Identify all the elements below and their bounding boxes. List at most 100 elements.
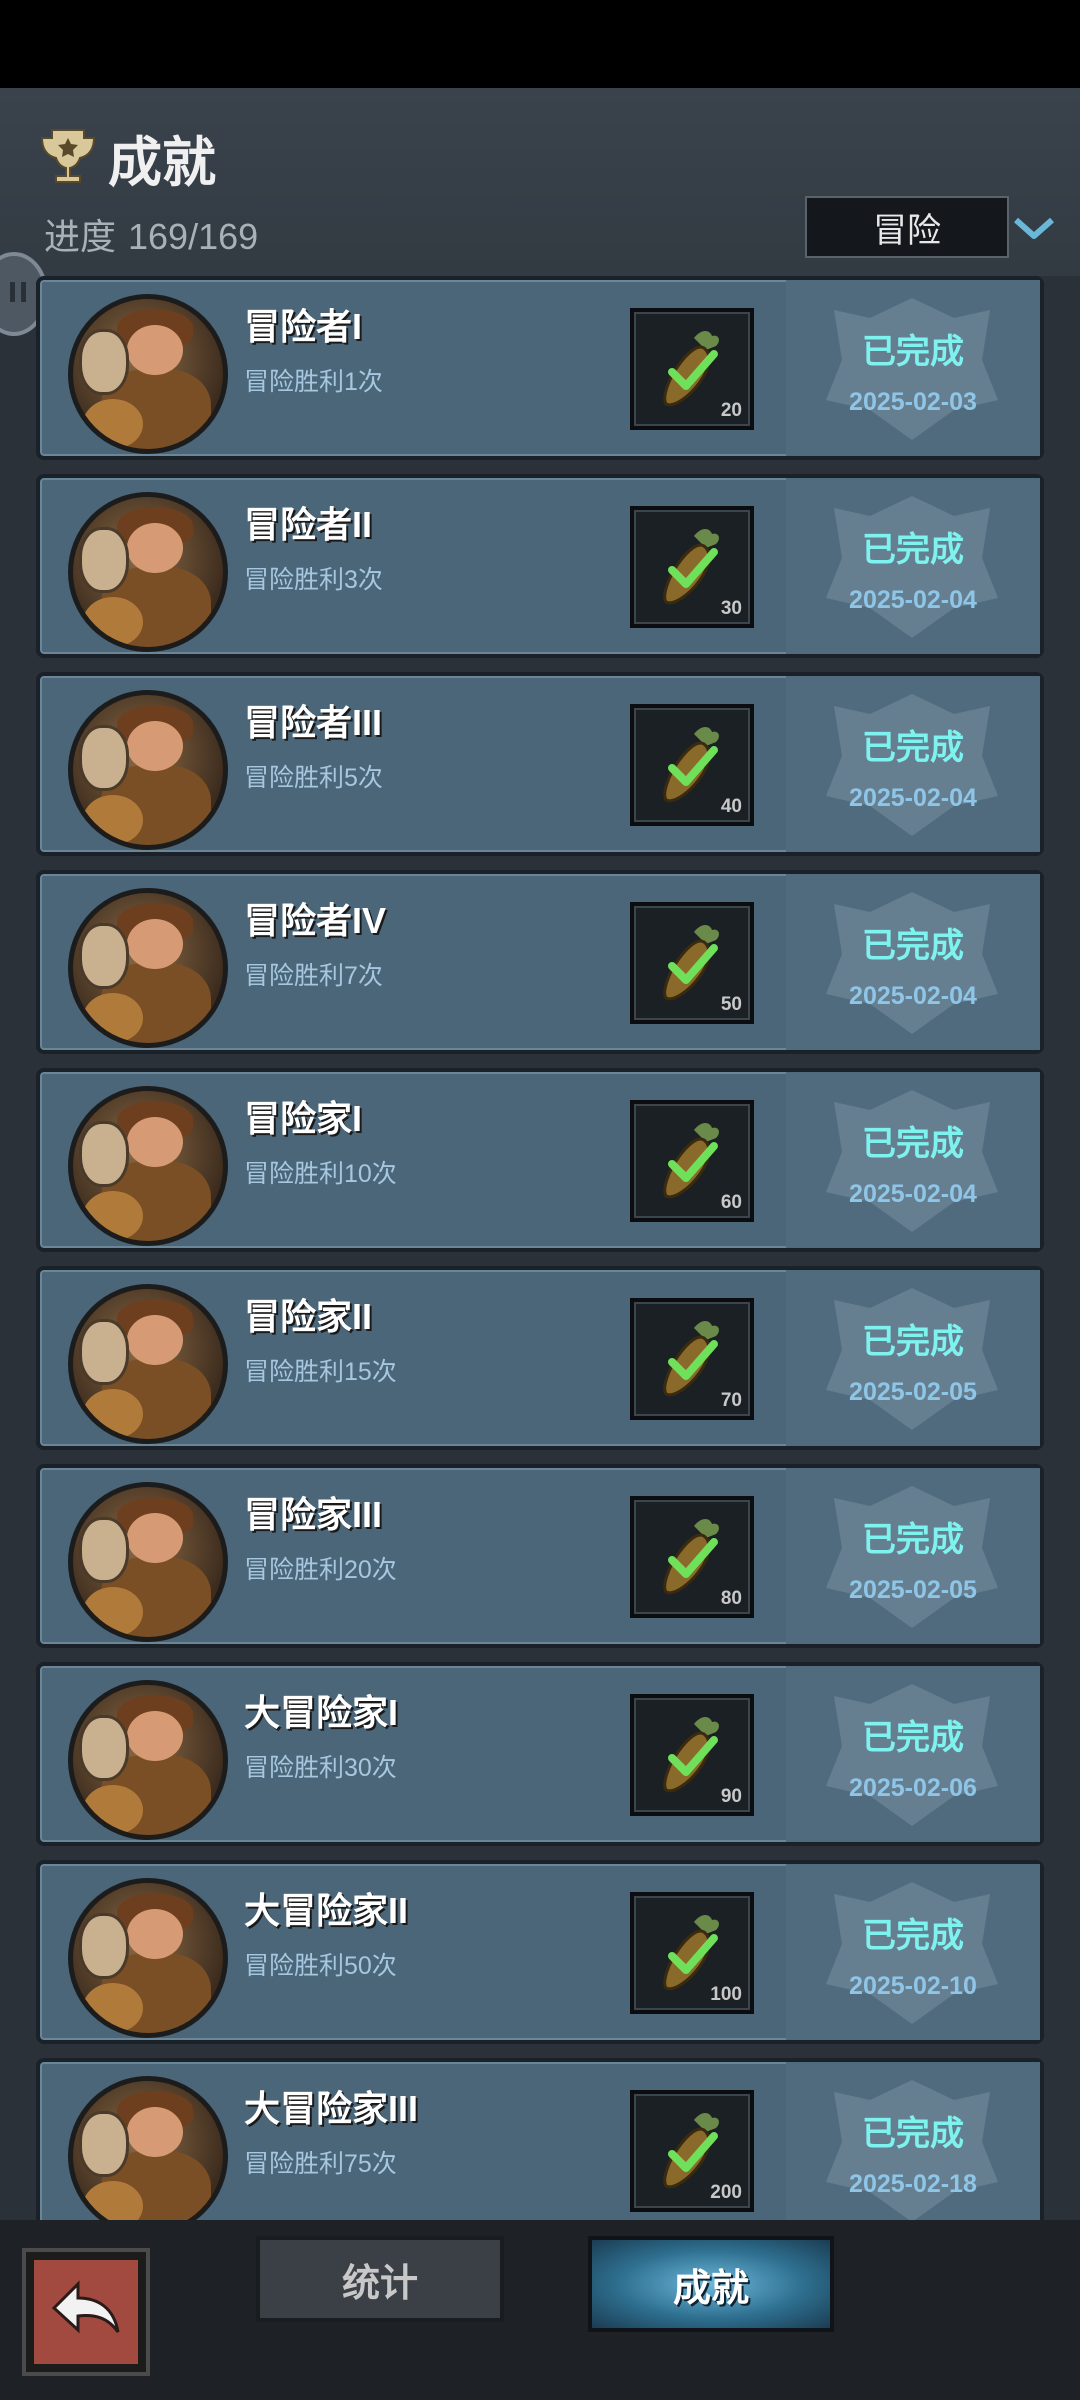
reward-count: 80 — [720, 1588, 742, 1609]
status-text: 已完成 — [862, 1719, 964, 1757]
reward-count: 100 — [710, 1984, 742, 2005]
status-text: 已完成 — [862, 531, 964, 569]
status-panel: 已完成 2025-02-18 — [786, 2062, 1040, 2220]
avatar — [68, 690, 228, 850]
status-panel: 已完成 2025-02-03 — [786, 280, 1040, 456]
reward-slot[interactable]: 200 — [630, 2090, 754, 2212]
achievement-name: 大冒险家II — [244, 1890, 409, 1931]
reward-count: 200 — [710, 2182, 742, 2203]
reward-slot[interactable]: 50 — [630, 902, 754, 1024]
achievement-card[interactable]: 冒险家I 冒险胜利10次 60 已完成 2025-02-04 — [36, 1068, 1044, 1252]
reward-slot[interactable]: 20 — [630, 308, 754, 430]
status-panel: 已完成 2025-02-04 — [786, 676, 1040, 852]
avatar — [68, 1680, 228, 1840]
status-panel: 已完成 2025-02-10 — [786, 1864, 1040, 2040]
achievement-name: 冒险家II — [244, 1296, 373, 1337]
achievement-desc: 冒险胜利15次 — [244, 1358, 397, 1386]
tab-achievements[interactable]: 成就 — [588, 2236, 834, 2332]
reward-slot[interactable]: 90 — [630, 1694, 754, 1816]
status-text: 已完成 — [862, 1521, 964, 1559]
status-panel: 已完成 2025-02-04 — [786, 478, 1040, 654]
achievement-card[interactable]: 冒险家III 冒险胜利20次 80 已完成 2025-02-05 — [36, 1464, 1044, 1648]
status-panel: 已完成 2025-02-05 — [786, 1270, 1040, 1446]
status-text: 已完成 — [862, 1125, 964, 1163]
status-panel: 已完成 2025-02-04 — [786, 1072, 1040, 1248]
achievement-card[interactable]: 冒险者IV 冒险胜利7次 50 已完成 2025-02-04 — [36, 870, 1044, 1054]
achievement-desc: 冒险胜利7次 — [244, 962, 383, 990]
achievement-desc: 冒险胜利20次 — [244, 1556, 397, 1584]
avatar — [68, 1086, 228, 1246]
chevron-down-icon[interactable] — [1012, 208, 1056, 248]
header: 成就 进度 169/169 冒险 — [0, 88, 1080, 276]
achievement-name: 冒险家III — [244, 1494, 383, 1535]
avatar — [68, 1284, 228, 1444]
avatar — [68, 2076, 228, 2220]
reward-count: 70 — [720, 1390, 742, 1411]
achievement-desc: 冒险胜利75次 — [244, 2150, 397, 2178]
achievement-desc: 冒险胜利50次 — [244, 1952, 397, 1980]
achievement-desc: 冒险胜利1次 — [244, 368, 383, 396]
reward-count: 90 — [720, 1786, 742, 1807]
status-text: 已完成 — [862, 1917, 964, 1955]
status-text: 已完成 — [862, 2115, 964, 2153]
achievement-card[interactable]: 冒险者I 冒险胜利1次 20 已完成 2025-02-03 — [36, 276, 1044, 460]
achievement-desc: 冒险胜利30次 — [244, 1754, 397, 1782]
achievement-desc: 冒险胜利10次 — [244, 1160, 397, 1188]
reward-slot[interactable]: 80 — [630, 1496, 754, 1618]
achievement-list[interactable]: 冒险者I 冒险胜利1次 20 已完成 2025-02-03 冒险者II 冒险胜利… — [36, 276, 1044, 2220]
achievement-card[interactable]: 冒险家II 冒险胜利15次 70 已完成 2025-02-05 — [36, 1266, 1044, 1450]
status-text: 已完成 — [862, 333, 964, 371]
completion-date: 2025-02-05 — [849, 1576, 977, 1604]
progress-value: 169/169 — [128, 216, 259, 257]
reward-slot[interactable]: 70 — [630, 1298, 754, 1420]
achievement-card[interactable]: 冒险者II 冒险胜利3次 30 已完成 2025-02-04 — [36, 474, 1044, 658]
status-panel: 已完成 2025-02-06 — [786, 1666, 1040, 1842]
avatar — [68, 888, 228, 1048]
achievement-card[interactable]: 大冒险家II 冒险胜利50次 100 已完成 2025-02-10 — [36, 1860, 1044, 2044]
avatar — [68, 492, 228, 652]
achievement-card[interactable]: 大冒险家I 冒险胜利30次 90 已完成 2025-02-06 — [36, 1662, 1044, 1846]
reward-slot[interactable]: 100 — [630, 1892, 754, 2014]
completion-date: 2025-02-06 — [849, 1774, 977, 1802]
avatar — [68, 1878, 228, 2038]
status-text: 已完成 — [862, 1323, 964, 1361]
progress-label: 进度 — [44, 216, 117, 257]
achievement-name: 冒险家I — [244, 1098, 363, 1139]
reward-count: 20 — [720, 400, 742, 421]
achievement-name: 冒险者IV — [244, 900, 387, 941]
status-bar — [0, 0, 1080, 88]
avatar — [68, 294, 228, 454]
completion-date: 2025-02-10 — [849, 1972, 977, 2000]
completion-date: 2025-02-04 — [849, 1180, 977, 1208]
status-panel: 已完成 2025-02-04 — [786, 874, 1040, 1050]
completion-date: 2025-02-03 — [849, 388, 977, 416]
reward-count: 40 — [720, 796, 742, 817]
status-text: 已完成 — [862, 927, 964, 965]
achievement-card[interactable]: 大冒险家III 冒险胜利75次 200 已完成 2025-02-18 — [36, 2058, 1044, 2220]
reward-slot[interactable]: 30 — [630, 506, 754, 628]
trophy-icon — [40, 129, 96, 183]
completion-date: 2025-02-05 — [849, 1378, 977, 1406]
completion-date: 2025-02-18 — [849, 2170, 977, 2198]
progress-text: 进度 169/169 — [44, 208, 258, 260]
achievement-name: 冒险者I — [244, 306, 363, 347]
achievement-desc: 冒险胜利5次 — [244, 764, 383, 792]
reward-count: 50 — [720, 994, 742, 1015]
category-dropdown[interactable]: 冒险 — [805, 196, 1009, 258]
bottom-bar: 统计 成就 — [0, 2220, 1080, 2400]
back-button[interactable] — [26, 2252, 146, 2372]
status-text: 已完成 — [862, 729, 964, 767]
reward-slot[interactable]: 40 — [630, 704, 754, 826]
achievement-name: 冒险者III — [244, 702, 383, 743]
reward-count: 60 — [720, 1192, 742, 1213]
achievement-name: 冒险者II — [244, 504, 373, 545]
page-title: 成就 — [108, 133, 216, 193]
reward-slot[interactable]: 60 — [630, 1100, 754, 1222]
achievement-desc: 冒险胜利3次 — [244, 566, 383, 594]
avatar — [68, 1482, 228, 1642]
achievement-card[interactable]: 冒险者III 冒险胜利5次 40 已完成 2025-02-04 — [36, 672, 1044, 856]
completion-date: 2025-02-04 — [849, 586, 977, 614]
status-panel: 已完成 2025-02-05 — [786, 1468, 1040, 1644]
completion-date: 2025-02-04 — [849, 982, 977, 1010]
tab-stats[interactable]: 统计 — [256, 2236, 504, 2322]
